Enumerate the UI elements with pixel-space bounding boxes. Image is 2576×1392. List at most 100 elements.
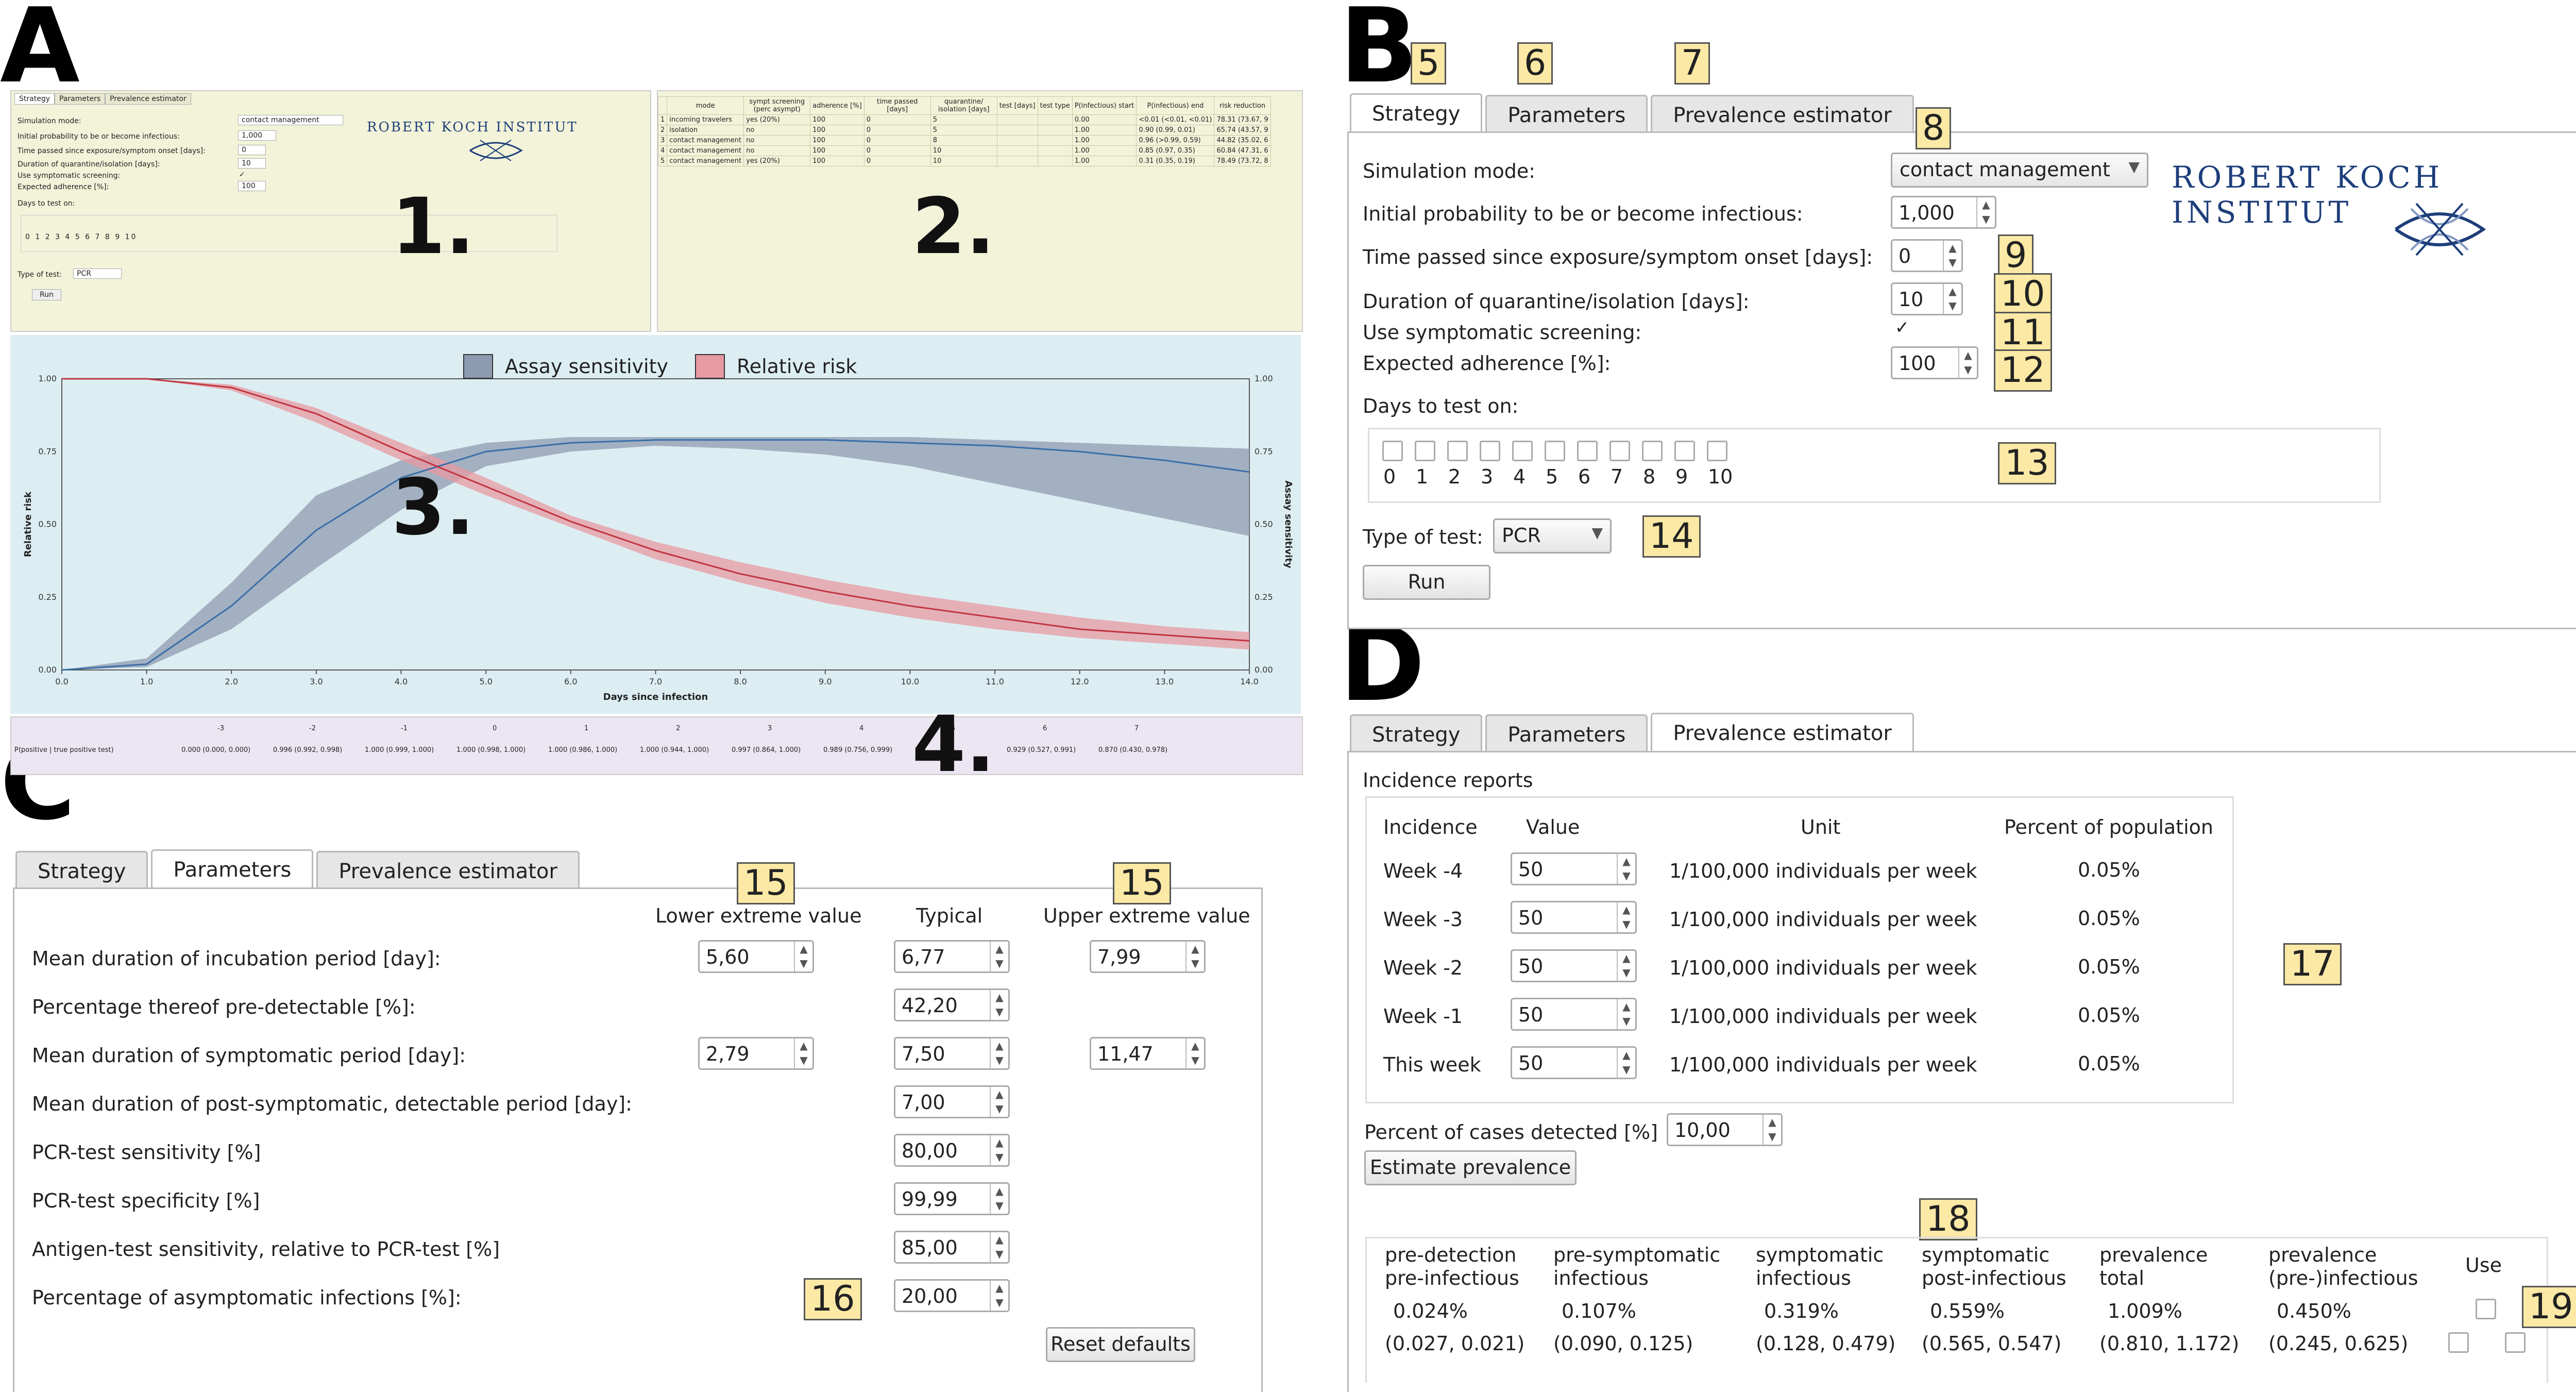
estimate-prevalence-button[interactable]: Estimate prevalence <box>1364 1150 1577 1185</box>
typical-value-input[interactable]: 7,00 ▲ ▼ <box>894 1085 1010 1118</box>
lower-value-input[interactable]: 2,79 ▲ ▼ <box>698 1037 814 1070</box>
tab-parameters[interactable]: Parameters <box>1485 714 1648 754</box>
col-value-header: Value <box>1526 816 1580 838</box>
use-checkbox[interactable] <box>2476 1299 2496 1319</box>
mini-init-prob-input[interactable]: 1,000 <box>238 130 276 141</box>
spin-arrows-icon[interactable]: ▲ ▼ <box>1617 1048 1635 1078</box>
spin-arrows-icon[interactable]: ▲ ▼ <box>990 990 1008 1020</box>
result-header-line2: infectious <box>1756 1267 1851 1289</box>
spin-arrows-icon[interactable]: ▲ ▼ <box>990 1184 1008 1214</box>
mini-sim-mode-select[interactable]: contact management <box>238 115 343 125</box>
typical-value-input[interactable]: 42,20 ▲ ▼ <box>894 988 1010 1021</box>
typical-value-input[interactable]: 85,00 ▲ ▼ <box>894 1231 1010 1264</box>
mini-days-row[interactable]: 0 1 2 3 4 5 6 7 8 9 10 <box>25 233 137 241</box>
tab-prevalence-estimator[interactable]: Prevalence estimator <box>1651 95 1914 135</box>
spin-arrows-icon[interactable]: ▲ ▼ <box>1943 284 1961 314</box>
reset-defaults-button[interactable]: Reset defaults <box>1046 1327 1195 1362</box>
spin-arrows-icon[interactable]: ▲ ▼ <box>1185 1038 1204 1068</box>
table-row[interactable]: 1 incoming travelers yes (20%) 100 0 5 0.00 <0.… <box>658 114 1271 125</box>
symptomatic-checkbox[interactable]: ✓ <box>1892 319 1912 340</box>
day-9-checkbox[interactable] <box>1674 441 1695 461</box>
adherence-input[interactable]: 100 ▲ ▼ <box>1891 346 1978 379</box>
sim-mode-select[interactable]: contact management ▼ <box>1891 153 2148 188</box>
mini-symptomatic-check[interactable]: ✓ <box>239 171 245 179</box>
mini-test-type-select[interactable]: PCR <box>73 269 122 279</box>
spin-arrows-icon[interactable]: ▲ ▼ <box>1617 999 1635 1029</box>
use-upper-checkbox[interactable] <box>2505 1332 2526 1353</box>
rki-logo-text: ROBERT KOCH INSTITUT <box>2172 160 2443 230</box>
tab-parameters[interactable]: Parameters <box>1485 95 1648 135</box>
spin-arrows-icon[interactable]: ▲ ▼ <box>1943 241 1961 271</box>
table-row[interactable]: 3 contact management no 100 0 8 1.00 0.96 (>0.9… <box>658 135 1271 146</box>
day-10-checkbox[interactable] <box>1707 441 1727 461</box>
tab-strategy[interactable]: Strategy <box>1350 93 1483 136</box>
parameter-value: 80,00 <box>902 1139 958 1162</box>
typical-value-input[interactable]: 99,99 ▲ ▼ <box>894 1182 1010 1215</box>
result-header-line1: pre-symptomatic <box>1553 1244 1721 1266</box>
spin-arrows-icon[interactable]: ▲ ▼ <box>990 1232 1008 1262</box>
typical-value-input[interactable]: 7,50 ▲ ▼ <box>894 1037 1010 1070</box>
spin-arrows-icon[interactable]: ▲ ▼ <box>990 1038 1008 1068</box>
y2-tick-label: 0.75 <box>1255 446 1273 456</box>
lower-value-input[interactable]: 5,60 ▲ ▼ <box>698 940 814 973</box>
mini-duration-input[interactable]: 10 <box>238 158 266 169</box>
duration-input[interactable]: 10 ▲ ▼ <box>1891 282 1963 315</box>
mini-tab-strategy[interactable]: Strategy <box>14 93 55 105</box>
incidence-value-input[interactable]: 50 ▲ ▼ <box>1511 998 1637 1031</box>
spin-arrows-icon[interactable]: ▲ ▼ <box>1976 197 1995 227</box>
cases-detected-input[interactable]: 10,00 ▲ ▼ <box>1667 1113 1783 1146</box>
table-cell: 65.74 (43.57, 9 <box>1214 125 1271 136</box>
table-cell: 1.00 <box>1072 125 1137 136</box>
tab-parameters[interactable]: Parameters <box>151 849 314 892</box>
spin-arrows-icon[interactable]: ▲ ▼ <box>990 1135 1008 1165</box>
spin-arrows-icon[interactable]: ▲ ▼ <box>990 942 1008 971</box>
table-row[interactable]: 5 contact management yes (20%) 100 0 10 1.00 0.… <box>658 156 1271 166</box>
day-5-checkbox[interactable] <box>1545 441 1565 461</box>
day-1-checkbox[interactable] <box>1415 441 1435 461</box>
day-4-checkbox[interactable] <box>1512 441 1533 461</box>
y-tick-label: 0.50 <box>38 519 57 529</box>
typical-value-input[interactable]: 20,00 ▲ ▼ <box>894 1279 1010 1312</box>
mini-run-button[interactable]: Run <box>32 289 61 300</box>
mini-time-passed-input[interactable]: 0 <box>238 145 266 155</box>
tab-prevalence-estimator[interactable]: Prevalence estimator <box>1651 713 1914 756</box>
spin-arrows-icon[interactable]: ▲ ▼ <box>1617 854 1635 884</box>
table-row[interactable]: 4 contact management no 100 0 10 1.00 0.85 (0.9… <box>658 145 1271 156</box>
test-type-select[interactable]: PCR ▼ <box>1493 518 1612 554</box>
init-prob-input[interactable]: 1,000 ▲ ▼ <box>1891 196 1996 229</box>
incidence-value-input[interactable]: 50 ▲ ▼ <box>1511 901 1637 934</box>
day-6-checkbox[interactable] <box>1577 441 1598 461</box>
spin-arrows-icon[interactable]: ▲ ▼ <box>1617 951 1635 981</box>
day-0-checkbox[interactable] <box>1382 441 1403 461</box>
typical-value-input[interactable]: 80,00 ▲ ▼ <box>894 1134 1010 1167</box>
spin-arrows-icon[interactable]: ▲ ▼ <box>794 1038 812 1068</box>
typical-value-input[interactable]: 6,77 ▲ ▼ <box>894 940 1010 973</box>
use-lower-checkbox[interactable] <box>2448 1332 2469 1353</box>
tab-prevalence-estimator[interactable]: Prevalence estimator <box>316 851 580 891</box>
incidence-value-input[interactable]: 50 ▲ ▼ <box>1511 852 1637 885</box>
spin-arrows-icon[interactable]: ▲ ▼ <box>990 1087 1008 1117</box>
tab-strategy[interactable]: Strategy <box>15 851 148 891</box>
spin-arrows-icon[interactable]: ▲ ▼ <box>990 1281 1008 1311</box>
incidence-value-input[interactable]: 50 ▲ ▼ <box>1511 949 1637 982</box>
time-passed-input[interactable]: 0 ▲ ▼ <box>1891 239 1963 272</box>
spin-arrows-icon[interactable]: ▲ ▼ <box>794 942 812 971</box>
upper-value-input[interactable]: 11,47 ▲ ▼ <box>1090 1037 1206 1070</box>
spin-arrows-icon[interactable]: ▲ ▼ <box>1185 942 1204 971</box>
mini-tab-parameters[interactable]: Parameters <box>55 93 106 105</box>
day-7-checkbox[interactable] <box>1609 441 1630 461</box>
day-2-checkbox[interactable] <box>1447 441 1468 461</box>
day-3-checkbox[interactable] <box>1480 441 1500 461</box>
spin-arrows-icon[interactable]: ▲ ▼ <box>1617 902 1635 932</box>
run-button[interactable]: Run <box>1363 565 1490 600</box>
incidence-value-input[interactable]: 50 ▲ ▼ <box>1511 1046 1637 1079</box>
tab-strategy[interactable]: Strategy <box>1350 714 1483 754</box>
spin-arrows-icon[interactable]: ▲ ▼ <box>1762 1115 1781 1145</box>
mini-tab-prevalence[interactable]: Prevalence estimator <box>105 93 191 105</box>
table-row[interactable]: 2 isolation no 100 0 5 1.00 0.90 (0.99, 0.01) 65… <box>658 125 1271 136</box>
day-8-checkbox[interactable] <box>1642 441 1663 461</box>
incidence-percent: 0.05% <box>2078 907 2140 930</box>
mini-adherence-input[interactable]: 100 <box>238 181 266 191</box>
upper-value-input[interactable]: 7,99 ▲ ▼ <box>1090 940 1206 973</box>
spin-arrows-icon[interactable]: ▲ ▼ <box>1958 348 1977 378</box>
